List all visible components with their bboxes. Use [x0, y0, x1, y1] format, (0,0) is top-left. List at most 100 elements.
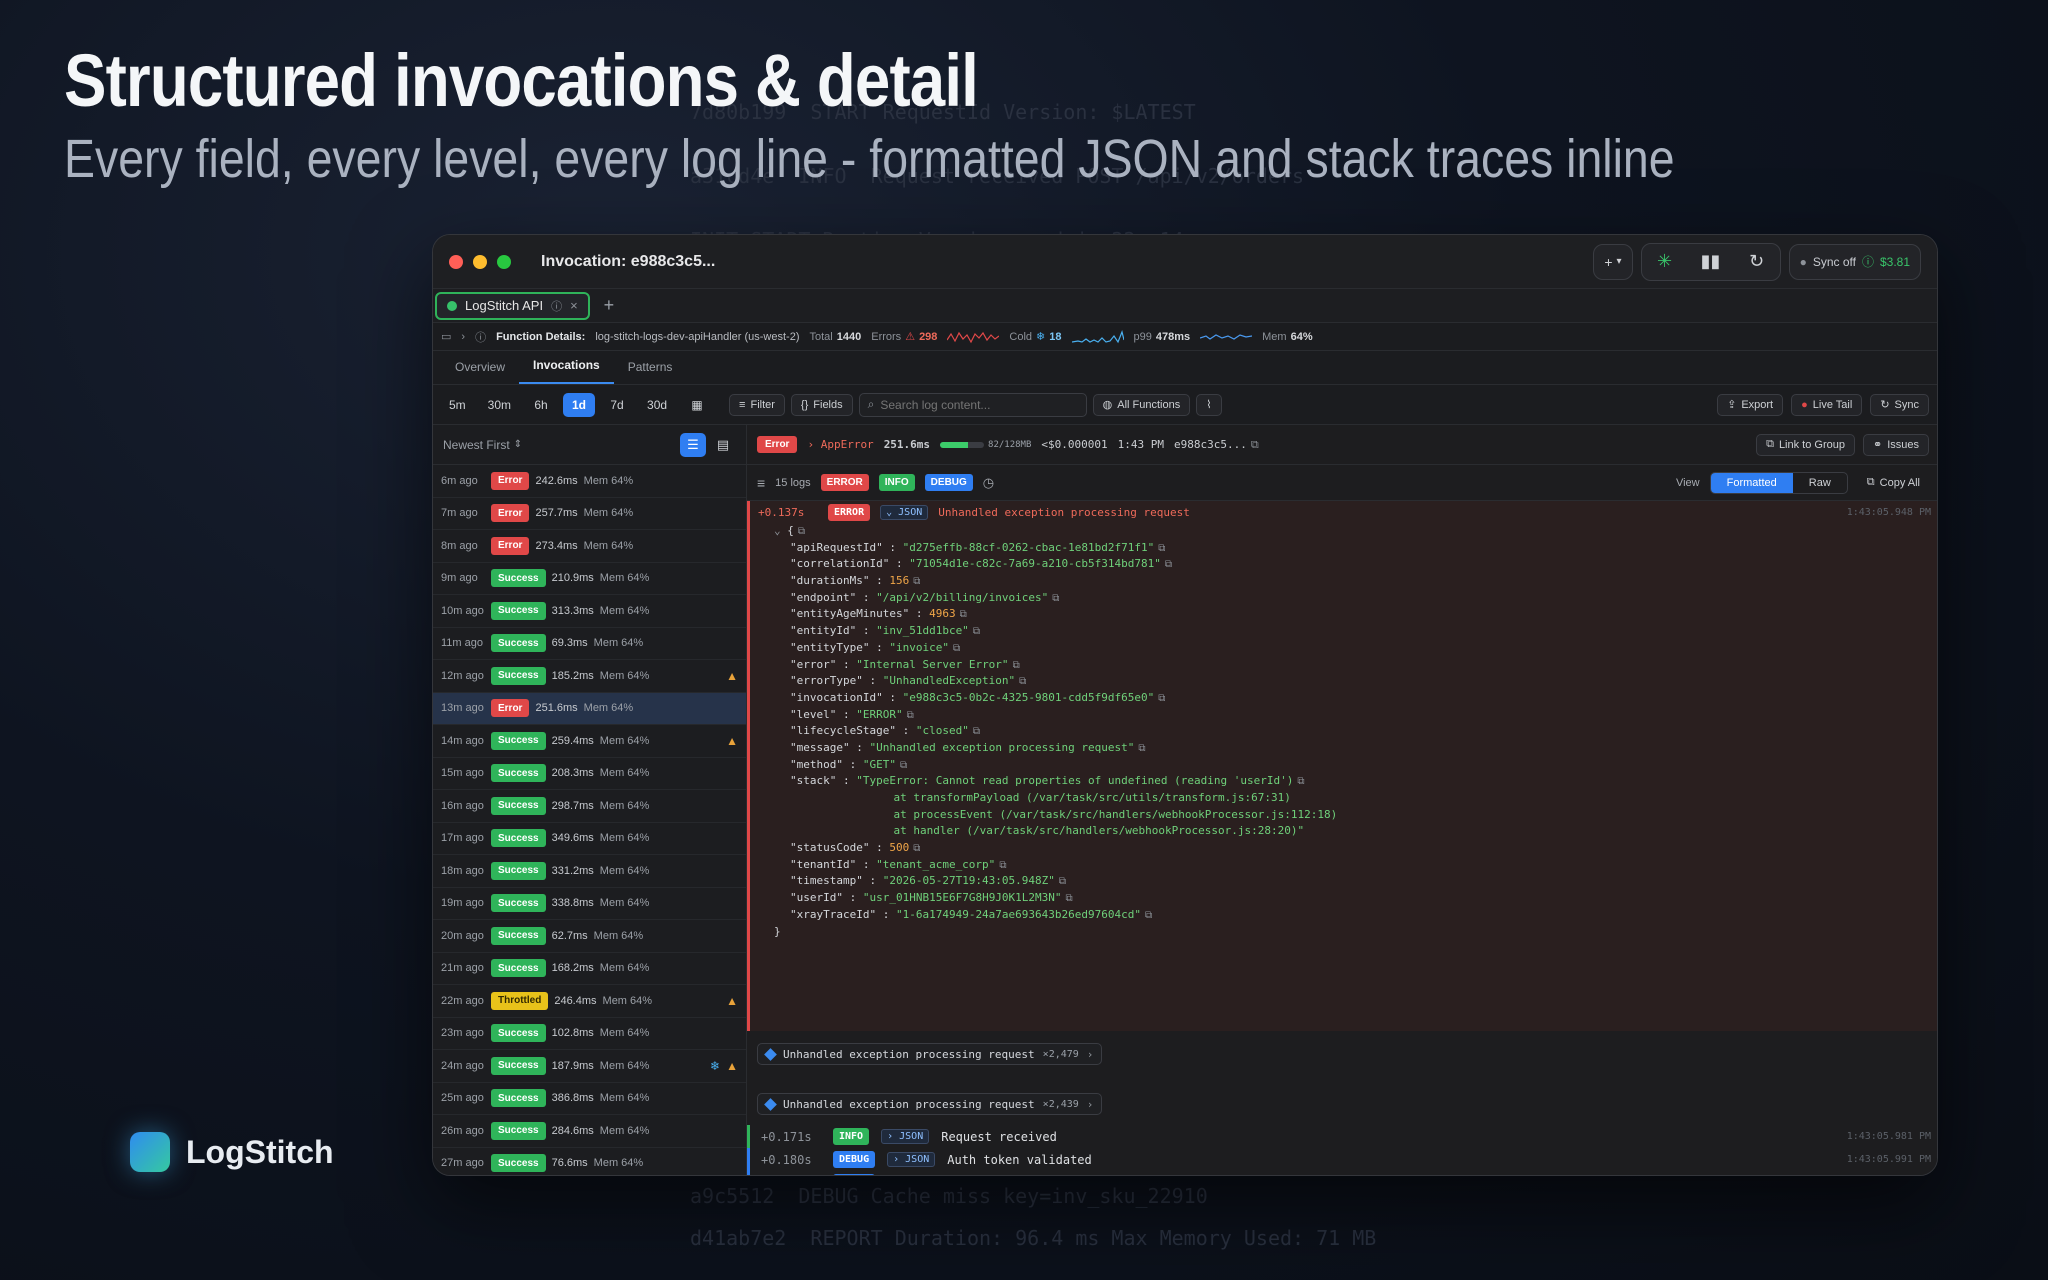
- range-30d[interactable]: 30d: [639, 393, 675, 417]
- minimize-window-button[interactable]: [473, 254, 487, 269]
- calendar-icon[interactable]: ▦: [681, 393, 713, 417]
- range-30m[interactable]: 30m: [480, 393, 519, 417]
- copy-icon[interactable]: ⧉: [1145, 910, 1152, 921]
- error-log-header[interactable]: +0.137s ERROR ⌄ JSON Unhandled exception…: [750, 501, 1937, 523]
- link-to-group-button[interactable]: ⧉ Link to Group: [1756, 433, 1855, 456]
- copy-icon[interactable]: ⧉: [913, 843, 920, 854]
- copy-icon[interactable]: ⧉: [999, 860, 1006, 871]
- sync-button[interactable]: ↻ Sync: [1870, 393, 1929, 416]
- collapse-icon[interactable]: ⌄: [774, 524, 787, 537]
- copy-icon[interactable]: ⧉: [907, 710, 914, 721]
- copy-all-button[interactable]: ⧉ Copy All: [1858, 472, 1929, 494]
- invocation-row[interactable]: 14m ago Success 259.4ms Mem 64% ▲: [433, 725, 746, 758]
- range-6h[interactable]: 6h: [525, 393, 557, 417]
- search-input[interactable]: [880, 397, 1061, 412]
- invocation-row[interactable]: 13m ago Error 251.6ms Mem 64%: [433, 692, 746, 725]
- refresh-icon[interactable]: ↻: [1734, 251, 1780, 272]
- new-tab-button[interactable]: +: [604, 295, 615, 316]
- copy-icon[interactable]: ⧉: [973, 726, 980, 737]
- raw-view-button[interactable]: Raw: [1793, 473, 1847, 493]
- invocation-row[interactable]: 24m ago Success 187.9ms Mem 64% ❄ ▲: [433, 1050, 746, 1083]
- app-tab[interactable]: LogStitch API ⓘ ×: [435, 291, 590, 320]
- export-button[interactable]: ⇪ Export: [1717, 393, 1784, 416]
- maximize-window-button[interactable]: [497, 254, 511, 269]
- copy-icon[interactable]: ⧉: [1158, 543, 1165, 554]
- invocation-row[interactable]: 21m ago Success 168.2ms Mem 64%: [433, 953, 746, 985]
- invocation-row[interactable]: 6m ago Error 242.6ms Mem 64%: [433, 465, 746, 498]
- copy-icon[interactable]: ⧉: [1158, 693, 1165, 704]
- json-toggle[interactable]: › JSON: [881, 1129, 930, 1144]
- clock-icon[interactable]: ◷: [983, 475, 994, 491]
- range-1d[interactable]: 1d: [563, 392, 596, 417]
- invocation-row[interactable]: 10m ago Success 313.3ms Mem 64%: [433, 595, 746, 628]
- formatted-view-button[interactable]: Formatted: [1710, 472, 1793, 493]
- filter-button[interactable]: ≡ Filter: [729, 393, 785, 416]
- invocation-row[interactable]: 19m ago Success 338.8ms Mem 64%: [433, 888, 746, 920]
- tab-patterns[interactable]: Patterns: [614, 360, 687, 384]
- json-toggle[interactable]: › JSON: [887, 1152, 936, 1167]
- invocation-row[interactable]: 18m ago Success 331.2ms Mem 64%: [433, 855, 746, 888]
- invocation-row[interactable]: 15m ago Success 208.3ms Mem 64%: [433, 758, 746, 790]
- chart-toggle-button[interactable]: ⌇: [1196, 393, 1222, 416]
- copy-icon[interactable]: ⧉: [1066, 893, 1073, 904]
- log-entry[interactable]: +0.180s DEBUG › JSON Auth token validated 1:…: [747, 1148, 1937, 1171]
- log-entry[interactable]: +0.189sDEBUG› JSONCache hit1:43:06.000 P…: [747, 1171, 1937, 1176]
- invocation-row[interactable]: 11m ago Success 69.3ms Mem 64%: [433, 628, 746, 660]
- close-window-button[interactable]: [449, 254, 463, 269]
- list-view-icon[interactable]: ☰: [680, 432, 706, 457]
- invocation-row[interactable]: 7m ago Error 257.7ms Mem 64%: [433, 498, 746, 530]
- level-filter-debug[interactable]: DEBUG: [924, 474, 973, 491]
- add-menu-button[interactable]: + ▾: [1593, 243, 1633, 280]
- chevron-right-icon[interactable]: ›: [461, 331, 465, 343]
- copy-icon[interactable]: ⧉: [1138, 743, 1145, 754]
- range-7d[interactable]: 7d: [601, 393, 633, 417]
- copy-icon[interactable]: ⧉: [1019, 676, 1026, 687]
- invocation-row[interactable]: 9m ago Success 210.9ms Mem 64%: [433, 563, 746, 595]
- sort-icon[interactable]: ⇕: [514, 439, 522, 450]
- log-entry[interactable]: +0.171s INFO › JSON Request received 1:43:05…: [747, 1125, 1937, 1148]
- invocation-row[interactable]: 26m ago Success 284.6ms Mem 64%: [433, 1115, 746, 1148]
- copy-icon[interactable]: ⧉: [960, 609, 967, 620]
- copy-icon[interactable]: ⧉: [1013, 660, 1020, 671]
- tab-invocations[interactable]: Invocations: [519, 358, 614, 384]
- copy-icon[interactable]: ⧉: [953, 643, 960, 654]
- bar-chart-icon[interactable]: ▮▮: [1688, 251, 1734, 272]
- copy-icon[interactable]: ⧉: [1059, 876, 1066, 887]
- sync-status[interactable]: ● Sync off ⓘ $3.81: [1788, 243, 1921, 280]
- invocation-row[interactable]: 8m ago Error 273.4ms Mem 64%: [433, 530, 746, 563]
- card-view-icon[interactable]: ▤: [710, 433, 736, 457]
- invocation-row[interactable]: 20m ago Success 62.7ms Mem 64%: [433, 920, 746, 953]
- invocation-row[interactable]: 22m ago Throttled 246.4ms Mem 64% ▲: [433, 985, 746, 1018]
- invocation-row[interactable]: 12m ago Success 185.2ms Mem 64% ▲: [433, 660, 746, 693]
- invocation-row[interactable]: 23m ago Success 102.8ms Mem 64%: [433, 1018, 746, 1050]
- close-tab-icon[interactable]: ×: [570, 298, 578, 313]
- level-filter-error[interactable]: ERROR: [820, 474, 869, 491]
- json-toggle[interactable]: › JSON: [887, 1175, 935, 1176]
- copy-icon[interactable]: ⧉: [913, 576, 920, 587]
- invocation-row[interactable]: 25m ago Success 386.8ms Mem 64%: [433, 1083, 746, 1115]
- invocation-row[interactable]: 27m ago Success 76.6ms Mem 64%: [433, 1148, 746, 1176]
- copy-icon[interactable]: ⧉: [900, 760, 907, 771]
- sort-dropdown[interactable]: Newest First: [443, 438, 510, 452]
- invocation-row[interactable]: 16m ago Success 298.7ms Mem 64%: [433, 790, 746, 823]
- json-toggle[interactable]: ⌄ JSON: [880, 504, 929, 520]
- tab-overview[interactable]: Overview: [441, 360, 519, 384]
- all-functions-button[interactable]: ◍ All Functions: [1092, 393, 1191, 416]
- copy-icon[interactable]: ⧉: [1297, 776, 1304, 787]
- live-tail-button[interactable]: ● Live Tail: [1791, 393, 1863, 416]
- json-close-brace: }: [774, 924, 781, 938]
- issues-button[interactable]: ⚭ Issues: [1862, 433, 1929, 456]
- invocation-row[interactable]: 17m ago Success 349.6ms Mem 64%: [433, 823, 746, 855]
- copy-icon[interactable]: ⧉: [1052, 593, 1059, 604]
- log-group[interactable]: Unhandled exception processing request ×…: [757, 1093, 1103, 1115]
- activity-burst-icon[interactable]: ✳: [1642, 251, 1688, 272]
- copy-icon[interactable]: ⧉: [798, 526, 805, 537]
- copy-icon[interactable]: ⧉: [1165, 559, 1172, 570]
- copy-icon[interactable]: ⧉: [1251, 438, 1259, 452]
- copy-icon[interactable]: ⧉: [973, 626, 980, 637]
- sidebar-toggle-icon[interactable]: ▭: [441, 330, 451, 343]
- level-filter-info[interactable]: INFO: [878, 474, 915, 491]
- range-5m[interactable]: 5m: [441, 393, 474, 417]
- log-group[interactable]: Unhandled exception processing request ×…: [757, 1043, 1103, 1065]
- fields-button[interactable]: {} Fields: [790, 393, 853, 416]
